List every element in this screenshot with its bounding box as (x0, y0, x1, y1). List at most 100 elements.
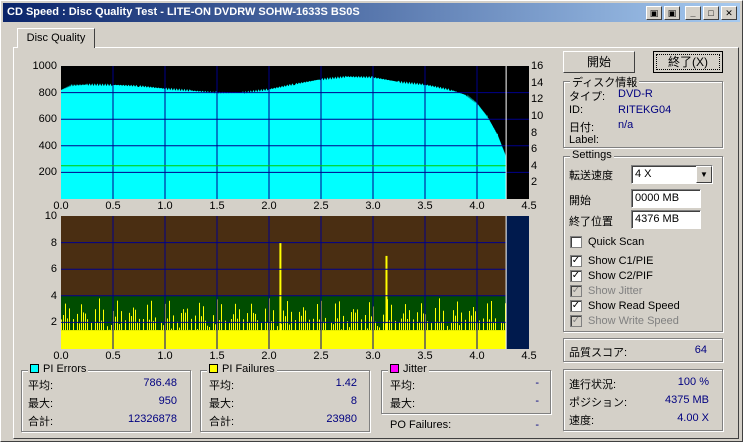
pi-failures-total-label: 合計: (209, 416, 235, 428)
pi-failures-bar (107, 326, 108, 331)
jitter-avg-label: 平均: (390, 380, 416, 392)
chart1-y-tick: 1000 (32, 60, 57, 72)
pi-errors-chart (61, 66, 529, 199)
quick-scan-checkbox[interactable] (570, 236, 582, 248)
chart1-y2-tick: 16 (531, 60, 544, 72)
disc-type-label: タイプ: (569, 91, 606, 103)
pi-failures-bar (487, 303, 488, 331)
pi-failures-bar (231, 319, 232, 331)
chart2-after-end (506, 216, 529, 349)
pi-failures-bar (403, 313, 404, 331)
chart1-y2-tick: 10 (531, 109, 544, 122)
pi-failures-bar (313, 318, 314, 331)
chevron-down-icon[interactable]: ▼ (696, 166, 712, 183)
pi-failures-bar (493, 322, 494, 331)
pi-failures-bar (473, 307, 474, 331)
pi-failures-bar (335, 303, 336, 331)
pi-failures-bar (305, 310, 306, 331)
pi-failures-bar (431, 323, 432, 331)
show-read-speed-checkbox[interactable]: ✓ (570, 300, 582, 312)
pi-errors-swatch (30, 364, 39, 373)
pi-failures-bar (301, 315, 302, 331)
pi-failures-bar (147, 304, 148, 331)
chart1-y-tick: 600 (38, 113, 57, 126)
chart2-x-tick: 0.0 (53, 350, 69, 362)
pi-failures-bar (309, 319, 310, 331)
exit-button[interactable]: 終了(X) (653, 51, 723, 73)
pi-failures-bar (239, 309, 240, 331)
chart2-x-tick: 3.5 (417, 350, 433, 362)
disc-type: DVD-R (618, 88, 653, 100)
pi-failures-bar (453, 310, 454, 331)
pi-failures-bar (161, 322, 162, 331)
pi-failures-bar (459, 325, 460, 331)
pi-failures-bar (417, 312, 418, 331)
pi-failures-bar (95, 309, 96, 331)
pi-failures-bar (357, 309, 358, 331)
show-read-speed-label: Show Read Speed (588, 300, 680, 312)
pi-failures-total: 23980 (326, 413, 357, 425)
pi-failures-bar (299, 311, 300, 331)
pi-failures-bar (351, 312, 352, 331)
pi-errors-max-label: 最大: (28, 398, 54, 410)
chart2-x-tick: 1.0 (157, 350, 173, 362)
pi-failures-bar (283, 310, 284, 331)
pi-failures-bar (237, 318, 238, 331)
pi-failures-bar (419, 322, 420, 331)
pi-failures-bar (277, 326, 278, 331)
pi-errors-title: PI Errors (28, 363, 89, 375)
pi-failures-bar (483, 318, 484, 331)
pi-errors-avg: 786.48 (143, 377, 177, 389)
pi-failures-bar (187, 308, 188, 331)
disc-id: RITEKG04 (618, 104, 672, 116)
start-position-input[interactable]: 0000 MB (631, 189, 701, 208)
toolbar-icon[interactable]: ▣ (646, 6, 662, 20)
show-c2-checkbox[interactable]: ✓ (570, 270, 582, 282)
pi-failures-bar (449, 329, 450, 331)
speed-select[interactable]: 4 X ▼ (631, 165, 713, 184)
pi-failures-bar (97, 322, 98, 331)
jitter-title: Jitter (388, 363, 429, 375)
minimize-button[interactable]: _ (685, 6, 701, 20)
end-position-input[interactable]: 4376 MB (631, 210, 701, 229)
chart2-y-tick: 2 (50, 316, 57, 329)
pi-failures-bar (171, 328, 172, 331)
pi-failures-title: PI Failures (207, 363, 277, 375)
pi-failures-bar (247, 313, 248, 331)
show-c1-checkbox[interactable]: ✓ (570, 255, 582, 267)
pi-failures-bar (489, 319, 490, 331)
pi-failures-bar (439, 298, 440, 331)
pi-failures-bar (401, 318, 402, 331)
chart2-y-tick: 6 (50, 263, 57, 276)
save-icon[interactable]: ▣ (664, 6, 680, 20)
pi-failures-bar (307, 322, 308, 331)
close-button[interactable]: ✕ (721, 6, 737, 20)
pi-failures-bar (443, 310, 444, 331)
start-button[interactable]: 開始 (563, 51, 635, 73)
pi-failures-bar (469, 310, 470, 331)
pi-failures-bar (267, 322, 268, 331)
pi-failures-bar (87, 319, 88, 331)
pi-failures-bar (243, 319, 244, 331)
tab-disc-quality[interactable]: Disc Quality (17, 28, 95, 48)
pi-failures-bar (319, 319, 320, 331)
pi-failures-bar (215, 324, 216, 331)
score-label: 品質スコア: (569, 347, 628, 359)
pi-failures-bar (353, 309, 354, 331)
speed-label: 転送速度 (569, 170, 613, 182)
chart1-x-tick: 4.0 (469, 200, 485, 212)
maximize-button[interactable]: □ (703, 6, 719, 20)
pi-errors-max: 950 (158, 395, 177, 407)
pi-failures-chart (61, 216, 529, 349)
chart1-y2-tick: 14 (531, 76, 544, 89)
pi-failures-bar (461, 312, 462, 331)
pi-failures-bar (81, 304, 82, 331)
chart2-x-tick: 3.0 (365, 350, 381, 362)
pi-failures-bar (251, 303, 252, 331)
pi-failures-bar (355, 312, 356, 331)
chart2-y-tick: 4 (50, 289, 57, 302)
pi-failures-bar (375, 321, 376, 331)
chart2-x-tick: 2.0 (261, 350, 277, 362)
pi-failures-bar (91, 322, 92, 331)
pi-failures-bar (441, 321, 442, 331)
